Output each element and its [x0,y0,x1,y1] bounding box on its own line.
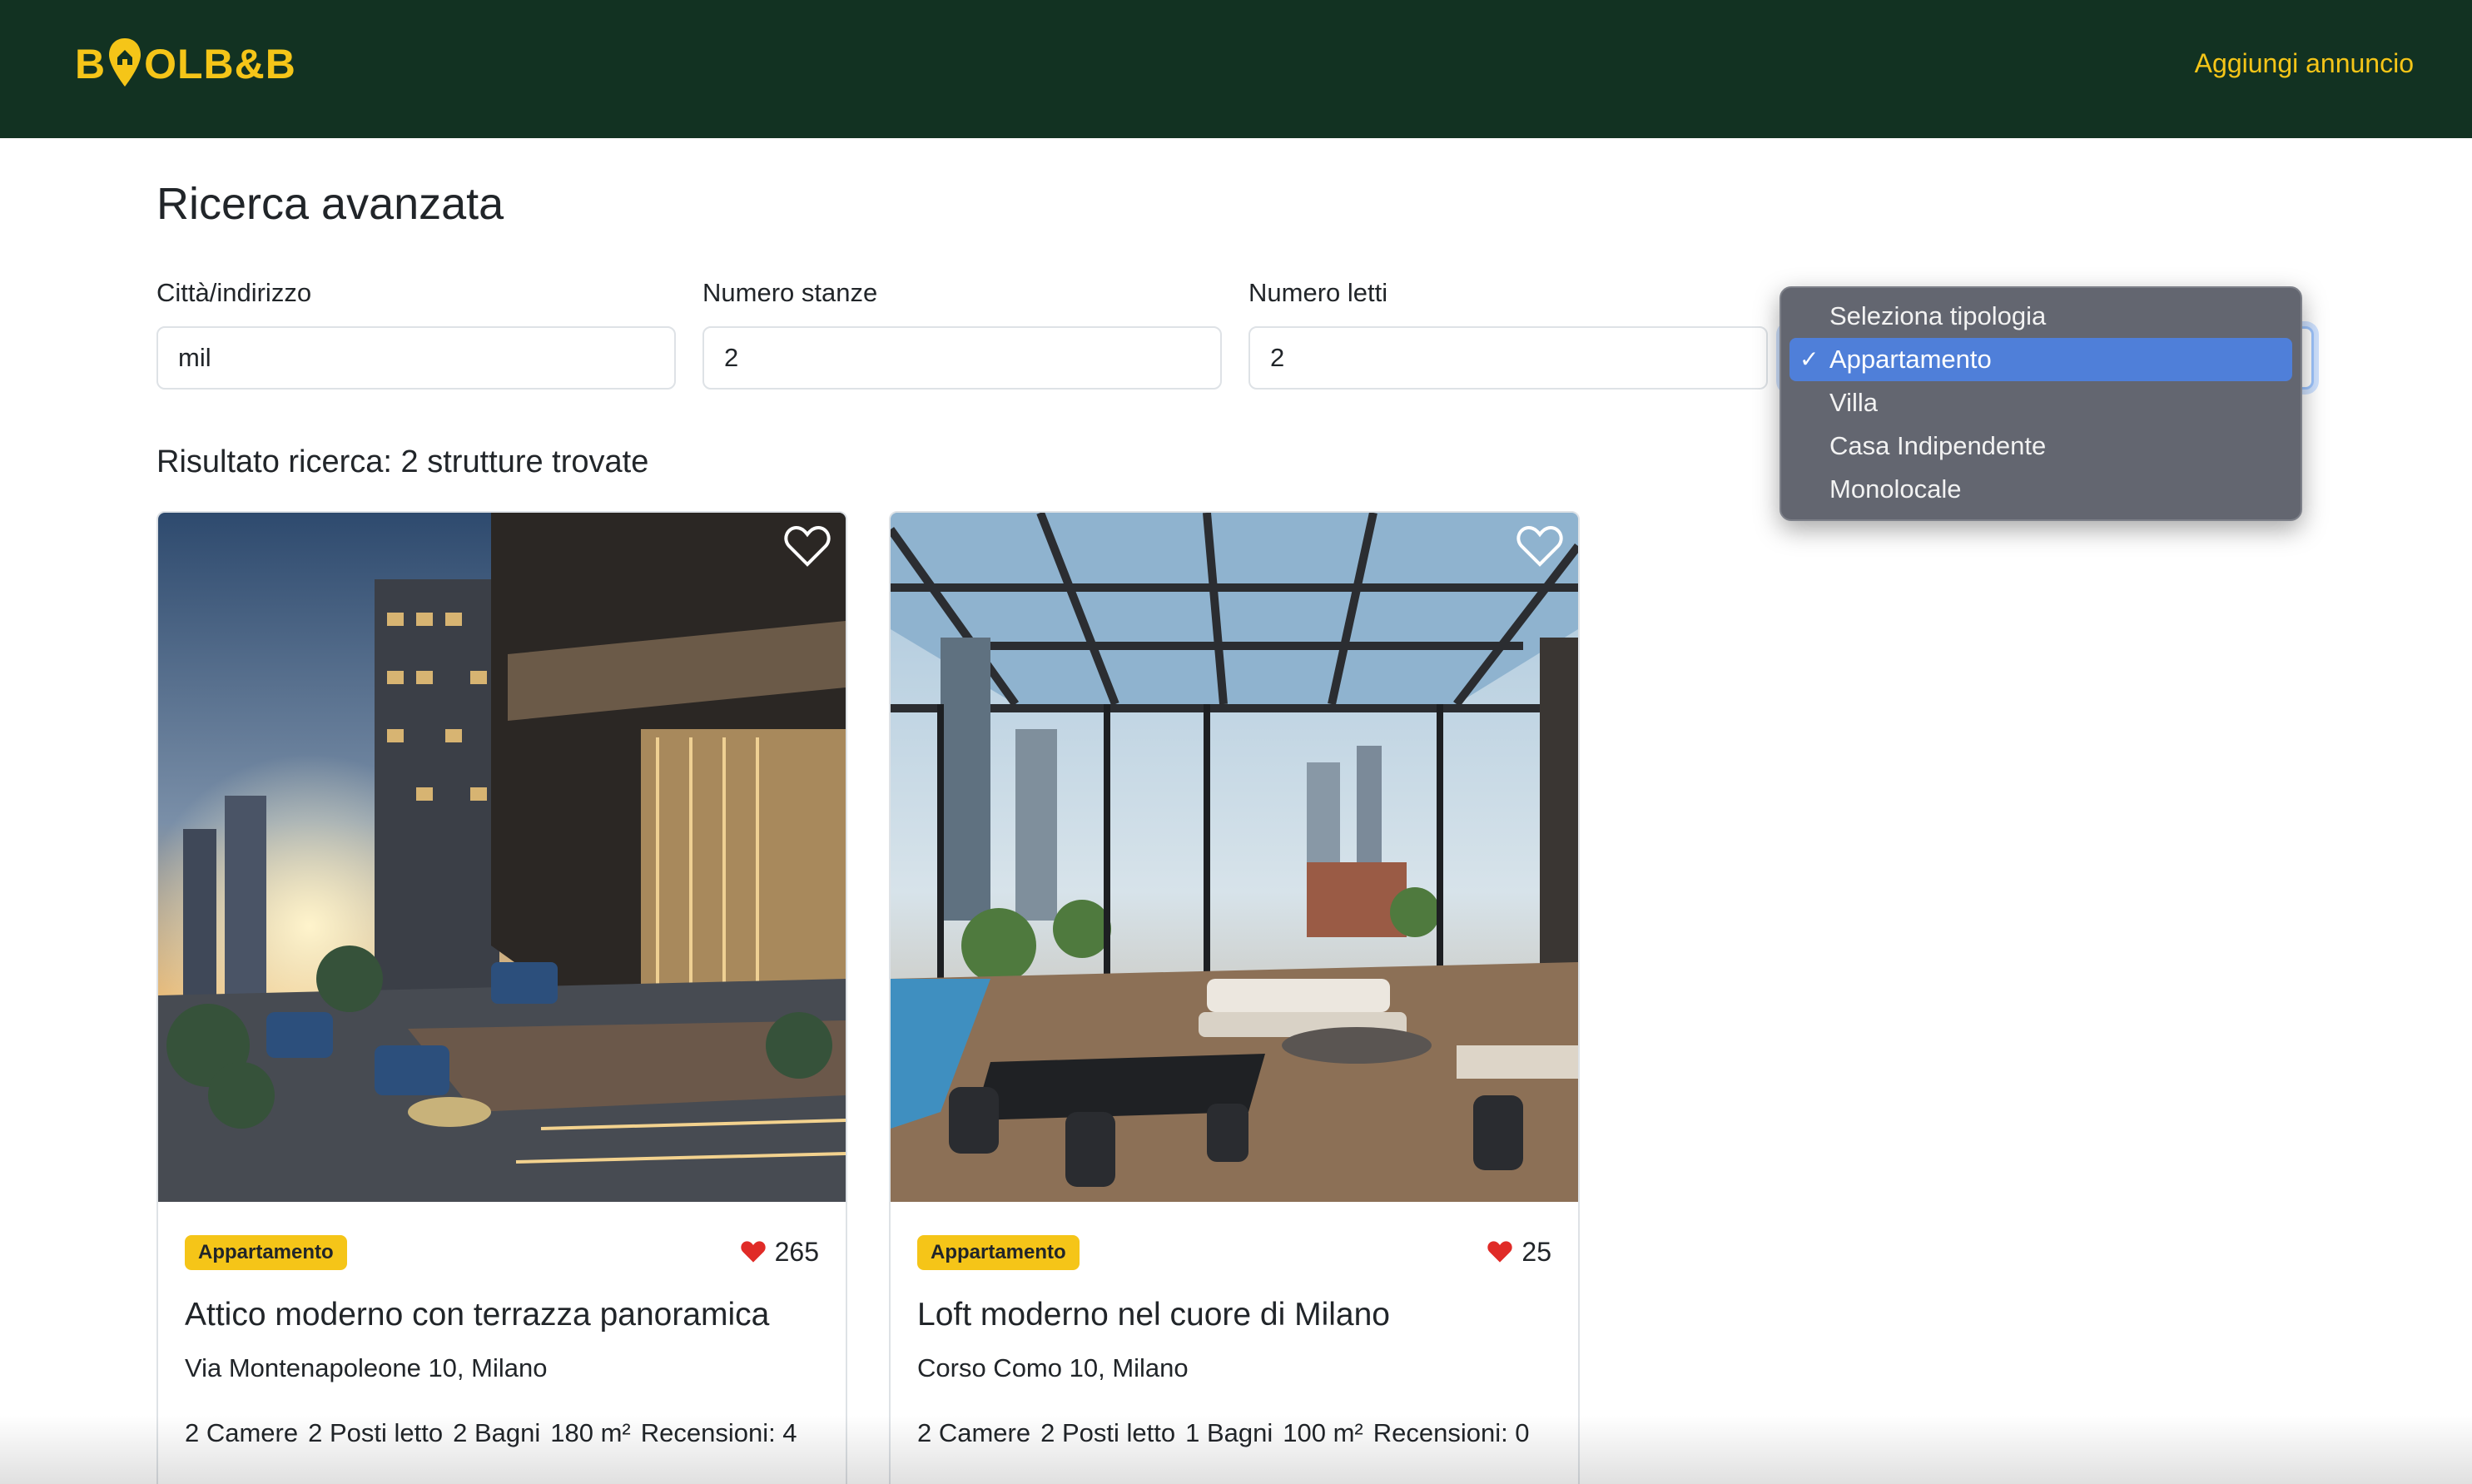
checkmark-icon: ✓ [1799,346,1819,372]
city-input[interactable] [156,326,676,390]
listing-stats: 2 Camere 2 Posti letto 1 Bagni 100 m² Re… [917,1418,1530,1448]
heart-filled-icon [1487,1241,1513,1263]
heart-filled-icon [740,1241,766,1263]
listing-stats: 2 Camere 2 Posti letto 2 Bagni 180 m² Re… [185,1418,797,1448]
page-title: Ricerca avanzata [156,179,504,229]
type-option-appartamento[interactable]: ✓ Appartamento [1789,338,2292,381]
logo-text-left: B [75,41,107,87]
stat-reviews: Recensioni: 0 [1373,1418,1530,1447]
beds-label: Numero letti [1248,278,1388,307]
rooms-label: Numero stanze [702,278,878,307]
likes-count: 265 [740,1233,819,1270]
listing-photo [891,513,1578,1202]
type-badge: Appartamento [917,1235,1080,1270]
type-dropdown-menu: Seleziona tipologia ✓ Appartamento Villa… [1780,286,2302,521]
listing-address: Corso Como 10, Milano [917,1353,1189,1382]
listing-photo [158,513,846,1202]
type-option-villa[interactable]: Villa [1789,381,2292,424]
stat-reviews: Recensioni: 4 [640,1418,797,1447]
type-option-placeholder[interactable]: Seleziona tipologia [1789,295,2292,338]
listing-address: Via Montenapoleone 10, Milano [185,1353,548,1382]
listing-card[interactable]: Appartamento 25 Loft moderno nel cuore d… [889,511,1580,1484]
favorite-heart-icon[interactable] [784,524,831,568]
stat-area: 180 m² [550,1418,631,1447]
beds-input[interactable] [1248,326,1768,390]
listing-card[interactable]: Appartamento 265 Attico moderno con terr… [156,511,847,1484]
likes-value: 265 [774,1236,819,1267]
stat-area: 100 m² [1283,1418,1363,1447]
stat-beds: 2 Posti letto [308,1418,444,1447]
city-label: Città/indirizzo [156,278,312,307]
stat-rooms: 2 Camere [185,1418,299,1447]
add-listing-link[interactable]: Aggiungi annuncio [2195,48,2414,79]
results-summary: Risultato ricerca: 2 strutture trovate [156,444,649,479]
type-badge: Appartamento [185,1235,347,1270]
stat-bathrooms: 1 Bagni [1185,1418,1273,1447]
listing-title[interactable]: Loft moderno nel cuore di Milano [917,1297,1390,1333]
logo-text-right: OLB&B [144,41,296,87]
brand-logo[interactable]: B OLB&B [75,35,296,93]
stat-rooms: 2 Camere [917,1418,1031,1447]
type-option-casa-indipendente[interactable]: Casa Indipendente [1789,424,2292,468]
type-option-monolocale[interactable]: Monolocale [1789,468,2292,511]
navbar: B OLB&B Aggiungi annuncio [0,0,2472,138]
stat-bathrooms: 2 Bagni [453,1418,541,1447]
likes-value: 25 [1521,1236,1551,1267]
rooms-input[interactable] [702,326,1222,390]
favorite-heart-icon[interactable] [1516,524,1563,568]
listing-title[interactable]: Attico moderno con terrazza panoramica [185,1297,769,1333]
location-pin-icon [107,35,142,93]
stat-beds: 2 Posti letto [1040,1418,1176,1447]
likes-count: 25 [1487,1233,1551,1270]
